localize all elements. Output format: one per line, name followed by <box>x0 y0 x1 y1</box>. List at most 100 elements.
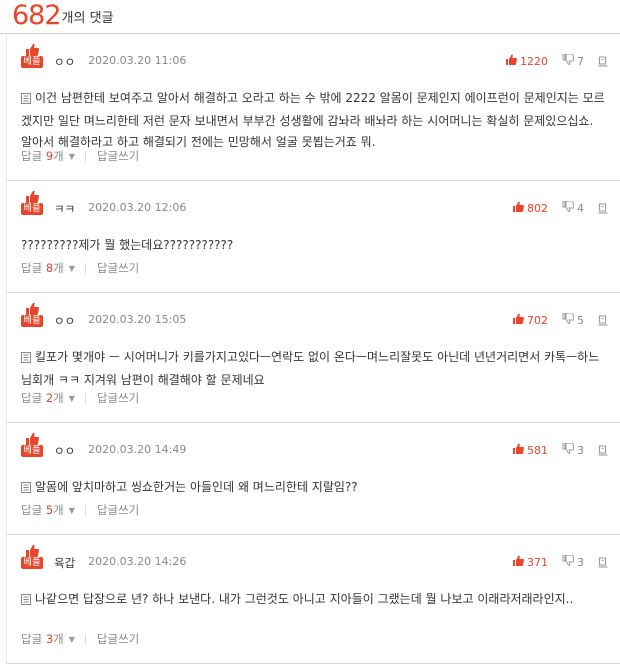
comment-text-block: 킬포가 몇개야 ㅡ 시어머니가 키를가지고있다ㅡ연락도 없이 온다ㅡ며느리잘못도… <box>21 347 608 391</box>
comment-count-label: 개의 댓글 <box>61 11 114 26</box>
comment-header: 682 개의 댓글 <box>0 0 620 34</box>
thumbs-up-icon <box>512 443 527 457</box>
comment-votes: 371 3 <box>512 554 608 569</box>
document-icon <box>21 591 31 612</box>
comment-text: 킬포가 몇개야 ㅡ 시어머니가 키를가지고있다ㅡ연락도 없이 온다ㅡ며느리잘못도… <box>21 350 600 387</box>
comment-date: 2020.03.20 11:06 <box>88 54 187 67</box>
comment-nickname[interactable]: ㅇㅇ <box>54 443 75 459</box>
comment-text-block: 이건 남편한테 보여주고 알아서 해결하고 오라고 하는 수 밖에 2222 알… <box>21 88 608 153</box>
write-reply-button[interactable]: 답글쓰기 <box>97 148 139 164</box>
upvote-count: 581 <box>527 443 548 457</box>
thumbs-down-icon <box>562 200 577 215</box>
comment-votes: 1220 7 <box>505 53 608 68</box>
divider <box>84 392 86 404</box>
caret-down-icon[interactable]: ▼ <box>69 264 75 273</box>
thumbs-down-icon <box>562 53 577 68</box>
comment-text-block: 알몸에 앞치마하고 씽쇼한거는 아들인데 왜 며느리한테 지랄임?? <box>21 477 608 500</box>
upvote-count: 802 <box>527 201 548 215</box>
comment-votes: 581 3 <box>512 442 608 457</box>
reply-prefix: 답글 <box>21 261 43 275</box>
comment-date: 2020.03.20 14:49 <box>88 443 187 456</box>
best-label: 베플 <box>21 56 43 68</box>
downvote-button[interactable]: 3 <box>562 554 584 569</box>
caret-down-icon[interactable]: ▼ <box>69 152 75 161</box>
thumbs-up-icon <box>25 432 39 445</box>
write-reply-button[interactable]: 답글쓰기 <box>97 260 139 276</box>
downvote-button[interactable]: 3 <box>562 442 584 457</box>
downvote-button[interactable]: 7 <box>562 53 584 68</box>
downvote-count: 7 <box>577 54 584 68</box>
downvote-button[interactable]: 4 <box>562 200 584 215</box>
thumbs-down-icon <box>562 312 577 327</box>
comment-text: 알몸에 앞치마하고 씽쇼한거는 아들인데 왜 며느리한테 지랄임?? <box>35 480 358 494</box>
upvote-button[interactable]: 702 <box>512 313 548 327</box>
thumbs-up-icon <box>25 190 39 203</box>
report-button[interactable] <box>598 444 608 456</box>
upvote-button[interactable]: 371 <box>512 555 548 569</box>
comment-nickname[interactable]: 육갑 <box>54 555 75 571</box>
upvote-count: 371 <box>527 555 548 569</box>
reply-toggle[interactable]: 답글 5개 <box>21 502 64 518</box>
thumbs-up-icon <box>25 544 39 557</box>
comment-actions: 답글 3개 ▼ 답글쓰기 <box>21 631 139 647</box>
downvote-count: 4 <box>577 201 584 215</box>
reply-toggle[interactable]: 답글 8개 <box>21 260 64 276</box>
reply-toggle[interactable]: 답글 3개 <box>21 631 64 647</box>
report-icon <box>598 55 608 67</box>
comment-text-block: ?????????제가 뭘 했는데요??????????? <box>21 235 608 256</box>
document-icon <box>21 479 31 500</box>
write-reply-button[interactable]: 답글쓰기 <box>97 390 139 406</box>
comment-text-block: 나같으면 답장으로 년? 하나 보낸다. 내가 그런것도 아니고 지아들이 그랬… <box>21 589 608 612</box>
comment-nickname[interactable]: ㅇㅇ <box>54 313 75 329</box>
upvote-button[interactable]: 802 <box>512 201 548 215</box>
comment-actions: 답글 9개 ▼ 답글쓰기 <box>21 148 139 164</box>
reply-suffix: 개 <box>53 503 64 517</box>
report-button[interactable] <box>598 202 608 214</box>
thumbs-down-icon <box>562 442 577 457</box>
comment-text: ?????????제가 뭘 했는데요??????????? <box>21 238 234 252</box>
document-icon <box>21 90 31 111</box>
reply-toggle[interactable]: 답글 2개 <box>21 390 64 406</box>
comment-date: 2020.03.20 15:05 <box>88 313 187 326</box>
divider <box>84 504 86 516</box>
thumbs-up-icon <box>505 54 520 68</box>
write-reply-button[interactable]: 답글쓰기 <box>97 631 139 647</box>
comment-date: 2020.03.20 14:26 <box>88 555 187 568</box>
report-button[interactable] <box>598 556 608 568</box>
comment-count: 682 <box>12 0 62 31</box>
downvote-button[interactable]: 5 <box>562 312 584 327</box>
caret-down-icon[interactable]: ▼ <box>69 506 75 515</box>
best-badge: 베플 <box>21 544 43 569</box>
best-label: 베플 <box>21 445 43 457</box>
comment-nickname[interactable]: ㅋㅋ <box>54 201 75 217</box>
thumbs-up-icon <box>512 201 527 215</box>
comment-list: 베플 ㅇㅇ 2020.03.20 11:06 1220 7 이건 남편한테 보여… <box>0 34 620 664</box>
comment-actions: 답글 5개 ▼ 답글쓰기 <box>21 502 139 518</box>
upvote-button[interactable]: 581 <box>512 443 548 457</box>
upvote-count: 1220 <box>520 54 548 68</box>
reply-prefix: 답글 <box>21 632 43 646</box>
comment-text: 나같으면 답장으로 년? 하나 보낸다. 내가 그런것도 아니고 지아들이 그랬… <box>35 592 574 606</box>
write-reply-button[interactable]: 답글쓰기 <box>97 502 139 518</box>
best-badge: 베플 <box>21 432 43 457</box>
report-button[interactable] <box>598 55 608 67</box>
report-icon <box>598 444 608 456</box>
reply-prefix: 답글 <box>21 149 43 163</box>
caret-down-icon[interactable]: ▼ <box>69 635 75 644</box>
upvote-button[interactable]: 1220 <box>505 54 548 68</box>
caret-down-icon[interactable]: ▼ <box>69 394 75 403</box>
report-button[interactable] <box>598 314 608 326</box>
downvote-count: 3 <box>577 443 584 457</box>
comment-date: 2020.03.20 12:06 <box>88 201 187 214</box>
reply-toggle[interactable]: 답글 9개 <box>21 148 64 164</box>
downvote-count: 3 <box>577 555 584 569</box>
best-label: 베플 <box>21 315 43 327</box>
thumbs-up-icon <box>512 313 527 327</box>
thumbs-up-icon <box>25 302 39 315</box>
divider <box>84 633 86 645</box>
comment-nickname[interactable]: ㅇㅇ <box>54 54 75 70</box>
reply-suffix: 개 <box>53 391 64 405</box>
best-badge: 베플 <box>21 190 43 215</box>
comment-item: 베플 ㅋㅋ 2020.03.20 12:06 802 4 ?????????제가… <box>6 181 620 293</box>
best-badge: 베플 <box>21 43 43 68</box>
